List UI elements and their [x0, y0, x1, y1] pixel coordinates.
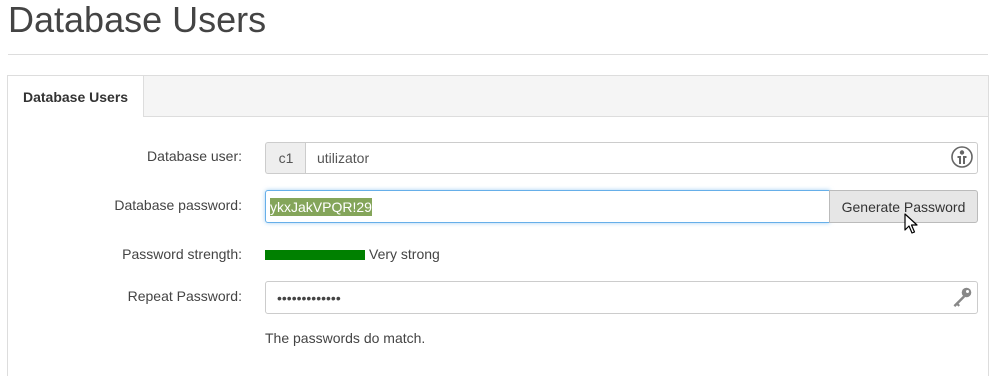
password-strength-bar — [265, 250, 365, 260]
password-selected-text: ykxJakVPQR!29 — [270, 197, 372, 216]
title-divider — [8, 54, 988, 55]
user-generate-icon[interactable] — [951, 146, 973, 168]
user-prefix-addon: c1 — [265, 142, 306, 174]
repeat-password-label: Repeat Password: — [127, 288, 242, 304]
tab-bar: Database Users — [7, 75, 988, 117]
mouse-cursor-icon — [904, 213, 918, 234]
database-password-label: Database password: — [114, 197, 242, 213]
database-password-input[interactable]: ykxJakVPQR!29 — [265, 190, 830, 223]
database-user-label: Database user: — [147, 148, 242, 164]
database-user-input[interactable] — [305, 142, 978, 174]
tab-database-users[interactable]: Database Users — [7, 75, 145, 117]
password-strength-text: Very strong — [369, 246, 440, 262]
key-icon[interactable] — [951, 286, 973, 308]
password-strength-label: Password strength: — [122, 246, 242, 262]
tab-panel: Database Users — [7, 75, 989, 376]
page-title: Database Users — [8, 0, 267, 40]
password-match-message: The passwords do match. — [265, 330, 426, 346]
repeat-password-input[interactable]: ••••••••••••• — [265, 281, 978, 314]
